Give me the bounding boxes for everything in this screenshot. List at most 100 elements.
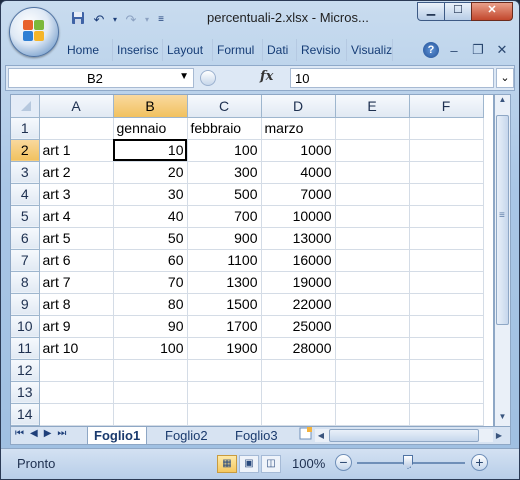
column-header[interactable]: E — [335, 95, 410, 118]
column-header[interactable]: F — [409, 95, 484, 118]
grid-cell[interactable] — [39, 359, 114, 382]
row-header[interactable]: 1 — [11, 117, 40, 140]
grid-cell[interactable] — [409, 117, 484, 140]
row-header[interactable]: 5 — [11, 205, 40, 228]
grid-cell[interactable] — [335, 117, 410, 140]
chevron-down-icon[interactable]: ▾ — [143, 11, 151, 29]
redo-icon[interactable]: ↷ — [122, 11, 140, 29]
sheet-tab-foglio1[interactable]: Foglio1 — [87, 427, 148, 444]
grid-cell[interactable]: 22000 — [261, 293, 336, 316]
grid-cell[interactable]: 1700 — [187, 315, 262, 338]
grid-cell[interactable] — [409, 381, 484, 404]
grid-cell[interactable] — [113, 359, 188, 382]
grid-cell[interactable]: febbraio — [187, 117, 262, 140]
grid-cell[interactable]: art 2 — [39, 161, 114, 184]
column-header[interactable]: D — [261, 95, 336, 118]
horizontal-scrollbar[interactable]: ◀ ▶ — [315, 429, 502, 442]
grid-cell[interactable] — [335, 227, 410, 250]
grid-cell[interactable] — [187, 381, 262, 404]
grid-cell[interactable]: 1900 — [187, 337, 262, 360]
grid-cell[interactable]: 16000 — [261, 249, 336, 272]
grid-cell[interactable]: 40 — [113, 205, 188, 228]
grid-cell[interactable]: 60 — [113, 249, 188, 272]
grid-cell[interactable]: 500 — [187, 183, 262, 206]
scroll-right-icon[interactable]: ▶ — [493, 429, 505, 442]
scroll-up-icon[interactable]: ▲ — [496, 95, 509, 109]
grid-cell[interactable]: 1100 — [187, 249, 262, 272]
grid-cell[interactable] — [39, 117, 114, 140]
grid-cell[interactable]: 19000 — [261, 271, 336, 294]
grid-cell[interactable] — [187, 359, 262, 382]
row-header[interactable]: 6 — [11, 227, 40, 250]
tab-home[interactable]: Home — [63, 39, 113, 61]
vertical-scrollbar[interactable]: ▲ ▼ — [494, 94, 511, 427]
grid-cell[interactable]: 1500 — [187, 293, 262, 316]
row-header[interactable]: 8 — [11, 271, 40, 294]
grid-cell[interactable] — [39, 403, 114, 426]
insert-function-button[interactable]: fx — [260, 69, 273, 84]
vertical-scroll-thumb[interactable] — [496, 115, 509, 325]
column-header[interactable]: C — [187, 95, 262, 118]
row-header[interactable]: 11 — [11, 337, 40, 360]
row-header[interactable]: 9 — [11, 293, 40, 316]
next-sheet-icon[interactable]: ▶ — [44, 428, 52, 439]
zoom-out-icon[interactable]: − — [335, 454, 352, 471]
grid-cell[interactable] — [261, 403, 336, 426]
grid-cell[interactable]: 30 — [113, 183, 188, 206]
zoom-in-icon[interactable]: + — [471, 454, 488, 471]
save-icon[interactable] — [69, 11, 87, 29]
workbook-restore-button[interactable]: ❐ — [469, 42, 487, 58]
grid-cell[interactable] — [261, 359, 336, 382]
grid-cell[interactable]: marzo — [261, 117, 336, 140]
workbook-minimize-button[interactable]: – — [445, 43, 463, 58]
grid-cell[interactable] — [409, 337, 484, 360]
select-all-button[interactable] — [11, 95, 40, 118]
first-sheet-icon[interactable]: ⏮ — [15, 428, 24, 439]
grid-cell[interactable] — [113, 403, 188, 426]
grid-cell[interactable]: 100 — [113, 337, 188, 360]
row-header[interactable]: 13 — [11, 381, 40, 404]
row-header[interactable]: 14 — [11, 403, 40, 426]
grid-cell[interactable] — [335, 183, 410, 206]
chevron-down-icon[interactable]: ▾ — [111, 11, 119, 29]
grid-cell[interactable] — [335, 205, 410, 228]
workbook-close-button[interactable]: ✕ — [493, 42, 511, 58]
grid-cell[interactable] — [335, 315, 410, 338]
tab-data[interactable]: Dati — [263, 39, 297, 61]
grid-cell[interactable]: art 4 — [39, 205, 114, 228]
grid-cell[interactable]: art 3 — [39, 183, 114, 206]
grid-cell[interactable] — [335, 293, 410, 316]
grid-cell[interactable]: 700 — [187, 205, 262, 228]
grid-cell[interactable]: 1300 — [187, 271, 262, 294]
tab-insert[interactable]: Inserisc — [113, 39, 163, 61]
last-sheet-icon[interactable]: ⏭ — [57, 428, 66, 439]
column-header[interactable]: B — [113, 95, 188, 118]
grid-cell[interactable]: 50 — [113, 227, 188, 250]
name-box[interactable]: B2 ▼ — [8, 68, 194, 88]
grid-cell[interactable] — [409, 403, 484, 426]
grid-cell[interactable] — [409, 271, 484, 294]
grid-cell[interactable]: 10000 — [261, 205, 336, 228]
grid-cell[interactable] — [409, 249, 484, 272]
grid-cell[interactable] — [39, 381, 114, 404]
grid-cell[interactable] — [261, 381, 336, 404]
row-header[interactable]: 2 — [11, 139, 40, 162]
scroll-down-icon[interactable]: ▼ — [496, 412, 509, 426]
grid-cell[interactable]: 90 — [113, 315, 188, 338]
formula-bar-resize-icon[interactable] — [200, 70, 216, 86]
zoom-slider-handle[interactable] — [403, 455, 413, 469]
grid-cell[interactable]: 100 — [187, 139, 262, 162]
grid-cell[interactable] — [335, 139, 410, 162]
sheet-tab-foglio3[interactable]: Foglio3 — [229, 427, 284, 444]
grid-cell[interactable]: 70 — [113, 271, 188, 294]
row-header[interactable]: 4 — [11, 183, 40, 206]
grid-cell[interactable] — [409, 227, 484, 250]
grid-cell[interactable]: 25000 — [261, 315, 336, 338]
formula-input[interactable]: 10 — [290, 68, 494, 88]
grid-cell[interactable] — [409, 161, 484, 184]
maximize-button[interactable]: ☐ — [444, 2, 472, 21]
grid-cell[interactable]: 80 — [113, 293, 188, 316]
row-header[interactable]: 12 — [11, 359, 40, 382]
page-layout-view-icon[interactable]: ▣ — [239, 455, 259, 473]
grid-cell[interactable] — [335, 271, 410, 294]
